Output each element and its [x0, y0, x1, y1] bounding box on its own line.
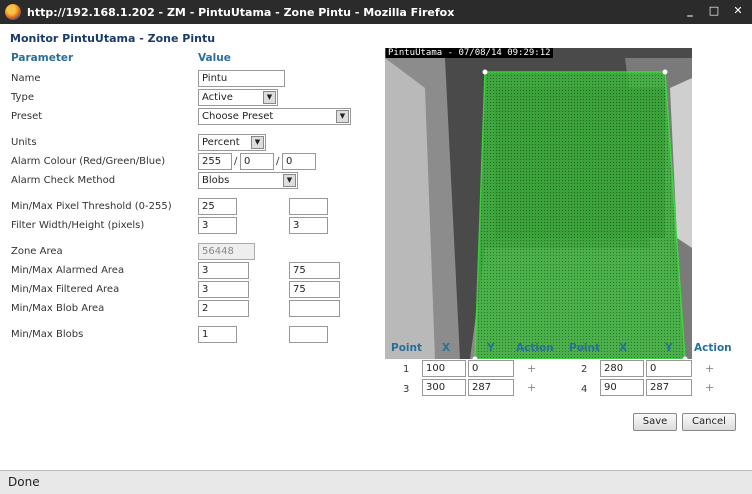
- y-column-header: Y: [665, 342, 673, 354]
- colour-separator: /: [234, 156, 238, 167]
- zone-point-handle[interactable]: [662, 69, 668, 75]
- value-column-header: Value: [198, 52, 231, 64]
- units-select[interactable]: Percent ▼: [198, 134, 266, 151]
- pixel-threshold-max-input[interactable]: [289, 198, 328, 215]
- alarm-check-select[interactable]: Blobs ▼: [198, 172, 298, 189]
- point-y-input[interactable]: 287: [468, 379, 514, 396]
- page-content: Monitor PintuUtama - Zone Pintu Paramete…: [0, 24, 752, 470]
- blobs-label: Min/Max Blobs: [11, 329, 84, 340]
- alarmed-area-min-input[interactable]: 3: [198, 262, 249, 279]
- alarm-colour-label: Alarm Colour (Red/Green/Blue): [11, 156, 166, 167]
- window-controls: _ □ ✕: [682, 4, 746, 17]
- preset-select[interactable]: Choose Preset ▼: [198, 108, 351, 125]
- point-number: 3: [403, 384, 410, 395]
- save-button[interactable]: Save: [633, 413, 677, 431]
- name-input[interactable]: Pintu: [198, 70, 285, 87]
- alarm-check-label: Alarm Check Method: [11, 175, 116, 186]
- point-column-header: Point: [569, 342, 601, 354]
- image-timestamp: PintuUtama - 07/08/14 09:29:12: [386, 48, 553, 58]
- status-text: Done: [8, 475, 40, 489]
- parameter-column-header: Parameter: [11, 52, 74, 64]
- type-select-value: Active: [202, 92, 233, 103]
- chevron-down-icon: ▼: [251, 136, 264, 149]
- camera-image[interactable]: PintuUtama - 07/08/14 09:29:12: [385, 48, 692, 359]
- action-column-header: Action: [516, 342, 554, 354]
- point-number: 1: [403, 364, 410, 375]
- filter-width-input[interactable]: 3: [198, 217, 237, 234]
- maximize-button[interactable]: □: [706, 4, 722, 17]
- units-label: Units: [11, 137, 37, 148]
- add-point-icon[interactable]: +: [527, 381, 536, 394]
- window-title: http://192.168.1.202 - ZM - PintuUtama -…: [27, 5, 455, 19]
- zone-area-input: 56448: [198, 243, 255, 260]
- action-column-header: Action: [694, 342, 732, 354]
- close-button[interactable]: ✕: [730, 4, 746, 17]
- zone-polygon[interactable]: [474, 71, 686, 359]
- blob-area-min-input[interactable]: 2: [198, 300, 249, 317]
- type-select[interactable]: Active ▼: [198, 89, 278, 106]
- add-point-icon[interactable]: +: [705, 362, 714, 375]
- point-number: 2: [581, 364, 588, 375]
- zone-area-label: Zone Area: [11, 246, 63, 257]
- add-point-icon[interactable]: +: [527, 362, 536, 375]
- firefox-icon: [5, 4, 21, 20]
- point-y-input[interactable]: 0: [646, 360, 692, 377]
- point-x-input[interactable]: 100: [422, 360, 466, 377]
- filtered-area-max-input[interactable]: 75: [289, 281, 340, 298]
- status-bar: Done: [0, 470, 752, 494]
- preset-select-value: Choose Preset: [202, 111, 274, 122]
- units-select-value: Percent: [202, 137, 240, 148]
- alarm-colour-red-input[interactable]: 255: [198, 153, 232, 170]
- pixel-threshold-label: Min/Max Pixel Threshold (0-255): [11, 201, 172, 212]
- window-titlebar: http://192.168.1.202 - ZM - PintuUtama -…: [0, 0, 752, 24]
- alarm-colour-blue-input[interactable]: 0: [282, 153, 316, 170]
- x-column-header: X: [442, 342, 451, 354]
- page-title: Monitor PintuUtama - Zone Pintu: [10, 32, 216, 45]
- point-y-input[interactable]: 0: [468, 360, 514, 377]
- blobs-max-input[interactable]: [289, 326, 328, 343]
- point-x-input[interactable]: 90: [600, 379, 644, 396]
- minimize-button[interactable]: _: [682, 4, 698, 17]
- type-label: Type: [11, 92, 34, 103]
- chevron-down-icon: ▼: [263, 91, 276, 104]
- alarm-check-select-value: Blobs: [202, 175, 230, 186]
- alarm-colour-green-input[interactable]: 0: [240, 153, 274, 170]
- pixel-threshold-min-input[interactable]: 25: [198, 198, 237, 215]
- point-x-input[interactable]: 300: [422, 379, 466, 396]
- x-column-header: X: [619, 342, 628, 354]
- alarmed-area-max-input[interactable]: 75: [289, 262, 340, 279]
- point-x-input[interactable]: 280: [600, 360, 644, 377]
- alarmed-area-label: Min/Max Alarmed Area: [11, 265, 125, 276]
- point-y-input[interactable]: 287: [646, 379, 692, 396]
- zone-point-handle[interactable]: [482, 69, 488, 75]
- blobs-min-input[interactable]: 1: [198, 326, 237, 343]
- cancel-button[interactable]: Cancel: [682, 413, 736, 431]
- y-column-header: Y: [487, 342, 495, 354]
- filtered-area-min-input[interactable]: 3: [198, 281, 249, 298]
- colour-separator: /: [276, 156, 280, 167]
- point-number: 4: [581, 384, 588, 395]
- filter-size-label: Filter Width/Height (pixels): [11, 220, 145, 231]
- preset-label: Preset: [11, 111, 43, 122]
- filter-height-input[interactable]: 3: [289, 217, 328, 234]
- blob-area-max-input[interactable]: [289, 300, 340, 317]
- chevron-down-icon: ▼: [283, 174, 296, 187]
- chevron-down-icon: ▼: [336, 110, 349, 123]
- blob-area-label: Min/Max Blob Area: [11, 303, 105, 314]
- filtered-area-label: Min/Max Filtered Area: [11, 284, 120, 295]
- add-point-icon[interactable]: +: [705, 381, 714, 394]
- name-label: Name: [11, 73, 41, 84]
- camera-scene: [385, 48, 692, 359]
- point-column-header: Point: [391, 342, 423, 354]
